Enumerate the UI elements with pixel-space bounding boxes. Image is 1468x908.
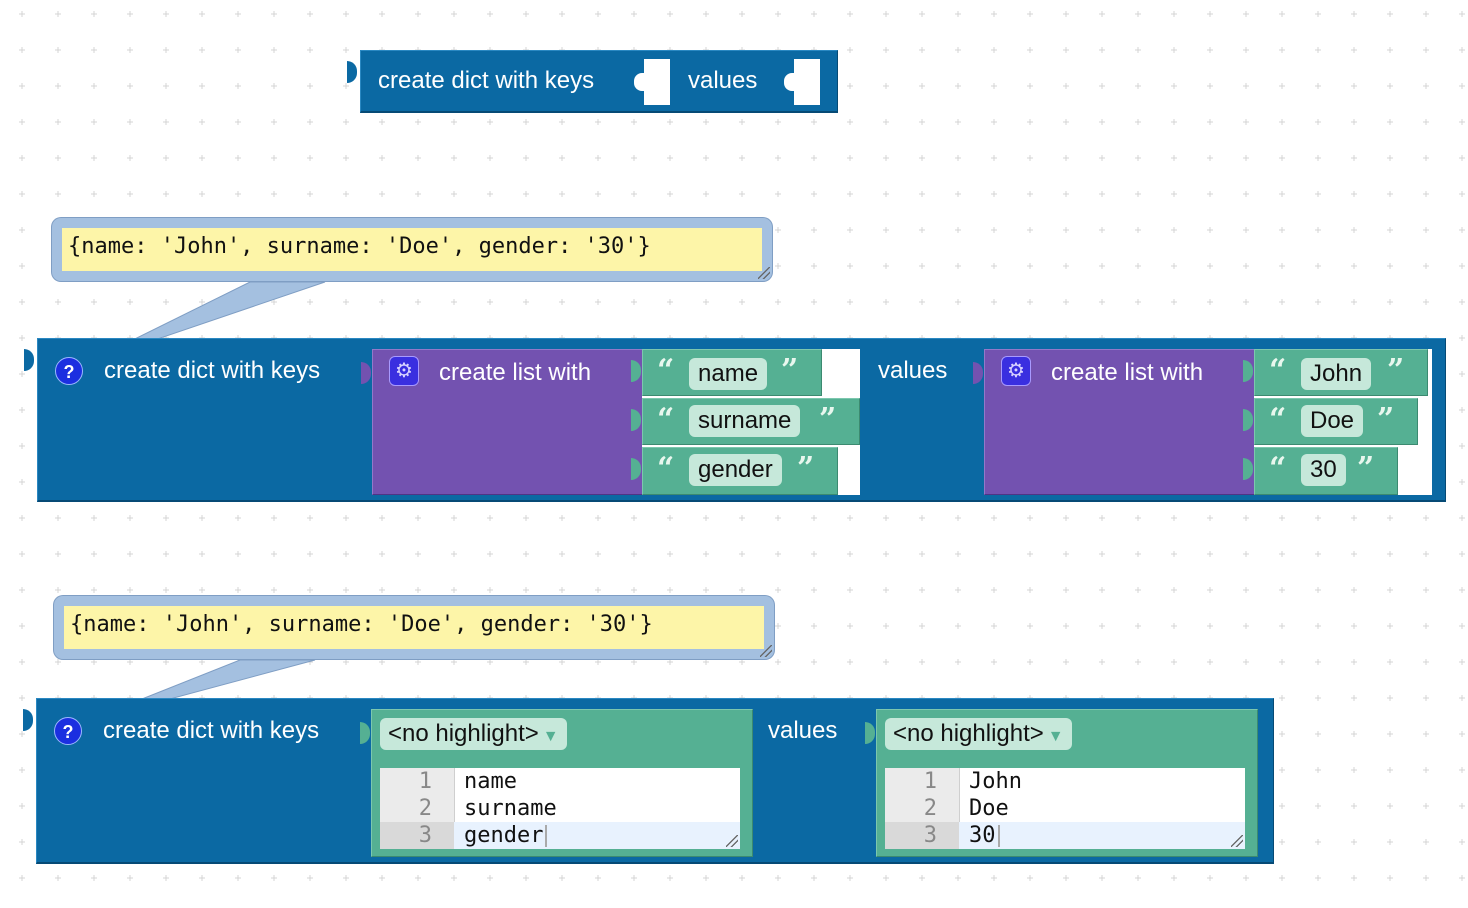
text-cursor <box>997 825 1000 847</box>
text-block-key[interactable]: “ gender ” <box>631 447 838 495</box>
gear-icon[interactable]: ⚙ <box>389 356 419 386</box>
quote-close-icon: ” <box>797 451 815 486</box>
list-label: create list with <box>439 359 592 386</box>
editor-line-active[interactable]: 3 gender <box>380 822 740 849</box>
values-label: values <box>878 357 948 384</box>
text-cursor <box>545 825 548 847</box>
quote-close-icon: ” <box>1357 451 1375 486</box>
editor-line-active[interactable]: 3 30 <box>885 822 1245 849</box>
quote-close-icon: ” <box>781 353 799 388</box>
highlight-dropdown[interactable]: <no highlight> ▼ <box>380 718 567 750</box>
text-field[interactable]: name <box>689 358 768 390</box>
code-editor-keys[interactable]: 1 name 2 surname 3 gender <box>380 768 740 849</box>
quote-close-icon: ” <box>1387 353 1405 388</box>
values-label: values <box>768 717 838 744</box>
output-connector <box>973 362 983 384</box>
line-text[interactable]: 30 <box>969 822 1000 849</box>
line-text[interactable]: gender <box>464 822 548 849</box>
dropdown-arrow-icon: ▼ <box>542 728 559 745</box>
line-text-value: gender <box>464 823 544 848</box>
quote-open-icon: “ <box>657 353 675 388</box>
list-label: create list with <box>1051 359 1204 386</box>
output-connector <box>865 722 875 744</box>
comment-bubble[interactable]: {name: 'John', surname: 'Doe', gender: '… <box>52 218 772 281</box>
line-number: 2 <box>418 796 432 821</box>
text-field[interactable]: 30 <box>1301 454 1346 486</box>
line-text[interactable]: name <box>464 768 517 795</box>
line-number: 3 <box>885 822 959 849</box>
quote-close-icon: ” <box>819 402 837 437</box>
line-number: 1 <box>923 769 937 794</box>
multiline-text-block-keys[interactable]: <no highlight> ▼ 1 name 2 surname 3 gende… <box>360 709 753 857</box>
dropdown-arrow-icon: ▼ <box>1047 728 1064 745</box>
dict-label: create dict with keys <box>103 717 320 744</box>
output-connector <box>360 722 370 744</box>
help-icon[interactable]: ? <box>55 357 83 385</box>
comment-bubble[interactable]: {name: 'John', surname: 'Doe', gender: '… <box>54 596 774 659</box>
resize-handle-icon[interactable] <box>758 267 770 279</box>
dict-block-lists[interactable]: ? create dict with keys ⚙ create list wi… <box>24 338 1446 502</box>
gear-icon[interactable]: ⚙ <box>1001 356 1031 386</box>
text-block-value[interactable]: “ 30 ” <box>1243 447 1398 495</box>
create-list-block-values[interactable]: ⚙ create list with <box>973 349 1254 495</box>
line-text[interactable]: surname <box>464 795 557 822</box>
editor-line[interactable]: 2 surname <box>380 795 740 822</box>
line-text[interactable]: Doe <box>969 795 1009 822</box>
line-number: 1 <box>418 769 432 794</box>
comment-text[interactable]: {name: 'John', surname: 'Doe', gender: '… <box>64 606 764 649</box>
line-number: 2 <box>923 796 937 821</box>
dropdown-value: <no highlight> <box>893 720 1044 747</box>
dict-label: create dict with keys <box>104 357 321 384</box>
multiline-text-block-values[interactable]: <no highlight> ▼ 1 John 2 Doe 3 30 <box>865 709 1258 857</box>
output-connector <box>361 362 371 384</box>
text-field[interactable]: Doe <box>1301 405 1364 437</box>
line-number: 3 <box>380 822 454 849</box>
line-text[interactable]: John <box>969 768 1022 795</box>
text-block-value[interactable]: “ John ” <box>1243 349 1428 396</box>
editor-line[interactable]: 2 Doe <box>885 795 1245 822</box>
dict-block-textareas[interactable]: ? create dict with keys <no highlight> ▼ … <box>23 698 1274 864</box>
editor-line[interactable]: 1 name <box>380 768 740 795</box>
quote-close-icon: ” <box>1377 402 1395 437</box>
create-list-block-keys[interactable]: ⚙ create list with <box>361 349 642 495</box>
text-block-key[interactable]: “ name ” <box>631 349 822 396</box>
help-icon[interactable]: ? <box>54 717 82 745</box>
line-text-value: 30 <box>969 823 996 848</box>
code-editor-values[interactable]: 1 John 2 Doe 3 30 <box>885 768 1245 849</box>
comment-text[interactable]: {name: 'John', surname: 'Doe', gender: '… <box>62 228 762 271</box>
text-block-value[interactable]: “ Doe ” <box>1243 398 1418 445</box>
highlight-dropdown[interactable]: <no highlight> ▼ <box>885 718 1072 750</box>
resize-handle-icon[interactable] <box>726 835 738 847</box>
resize-handle-icon[interactable] <box>1231 835 1243 847</box>
quote-open-icon: “ <box>1269 451 1287 486</box>
editor-line[interactable]: 1 John <box>885 768 1245 795</box>
text-field[interactable]: gender <box>689 454 782 486</box>
text-block-key[interactable]: “ surname ” <box>631 398 860 445</box>
resize-handle-icon[interactable] <box>760 645 772 657</box>
dropdown-value: <no highlight> <box>388 720 539 747</box>
text-field[interactable]: John <box>1301 358 1372 390</box>
quote-open-icon: “ <box>657 451 675 486</box>
quote-open-icon: “ <box>1269 402 1287 437</box>
text-field[interactable]: surname <box>689 405 801 437</box>
quote-open-icon: “ <box>657 402 675 437</box>
quote-open-icon: “ <box>1269 353 1287 388</box>
